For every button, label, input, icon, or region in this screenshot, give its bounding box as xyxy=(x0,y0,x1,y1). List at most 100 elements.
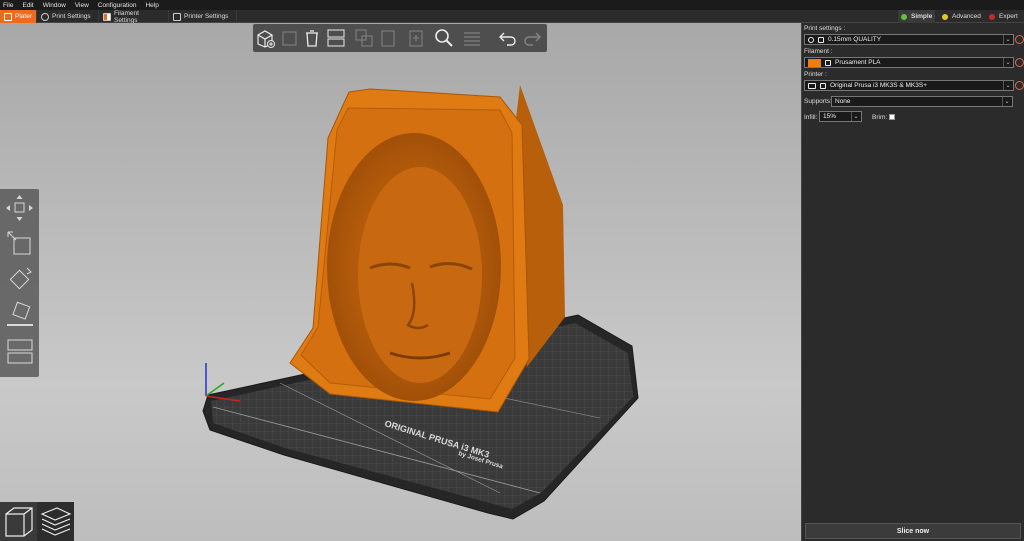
printer-icon xyxy=(173,12,181,21)
mode-advanced-label: Advanced xyxy=(952,13,981,20)
supports-combo[interactable]: None ⌄ xyxy=(831,96,1013,107)
filament-gear-icon[interactable] xyxy=(1015,58,1024,67)
filament-combo[interactable]: Prusament PLA ⌄ xyxy=(804,57,1014,68)
rotate-tool-button[interactable] xyxy=(3,265,36,295)
print-settings-label: Print settings : xyxy=(804,25,846,32)
trash-icon xyxy=(306,30,318,47)
slice-now-button[interactable]: Slice now xyxy=(805,523,1021,539)
3d-model[interactable] xyxy=(289,85,565,413)
cut-tool-button[interactable] xyxy=(3,337,36,367)
printer-label: Printer : xyxy=(804,71,827,78)
mode-advanced-icon xyxy=(942,13,948,20)
mode-expert-button[interactable]: Expert xyxy=(986,10,1021,23)
menu-window[interactable]: Window xyxy=(43,2,66,9)
tab-plater[interactable]: Plater xyxy=(0,10,37,23)
tab-filament-settings[interactable]: Filament Settings xyxy=(99,9,169,24)
infill-combo[interactable]: 15% ⌄ xyxy=(819,111,862,122)
print-settings-gear-icon[interactable] xyxy=(1015,35,1024,44)
move-icon xyxy=(6,195,33,221)
brim-label: Brim: xyxy=(872,114,888,121)
top-toolbar xyxy=(253,24,547,52)
chevron-down-icon: ⌄ xyxy=(1003,81,1012,90)
filament-label: Filament : xyxy=(804,48,833,55)
slice-now-label: Slice now xyxy=(896,527,930,535)
redo-button[interactable] xyxy=(521,27,543,49)
settings-gear-small-icon xyxy=(808,36,814,43)
printer-value: Original Prusa i3 MK3S & MK3S+ xyxy=(830,82,927,89)
mode-simple-icon xyxy=(901,13,907,20)
mode-advanced-button[interactable]: Advanced xyxy=(939,10,984,23)
menu-edit[interactable]: Edit xyxy=(22,2,33,9)
layers-editing-button[interactable] xyxy=(461,27,483,49)
menu-configuration[interactable]: Configuration xyxy=(98,2,137,9)
search-icon xyxy=(435,29,453,47)
supports-label: Supports: xyxy=(804,98,832,105)
tab-plater-label: Plater xyxy=(15,13,32,20)
printer-small-icon xyxy=(808,82,816,89)
arrange-button[interactable] xyxy=(325,27,347,49)
rotate-icon xyxy=(9,267,32,290)
add-cube-icon xyxy=(257,30,275,48)
chevron-down-icon: ⌄ xyxy=(851,112,860,121)
printer-gear-icon[interactable] xyxy=(1015,81,1024,90)
menu-bar: File Edit Window View Configuration Help xyxy=(0,0,1024,10)
infill-label: Infill: xyxy=(804,114,818,121)
paste-button[interactable] xyxy=(377,27,399,49)
chevron-down-icon: ⌄ xyxy=(1002,97,1011,106)
place-on-face-tool-button[interactable] xyxy=(3,299,36,329)
arrange-icon xyxy=(327,29,345,47)
filament-icon xyxy=(103,12,111,21)
tab-printer-settings-label: Printer Settings xyxy=(184,13,229,20)
print-settings-icon xyxy=(41,12,49,21)
lock-icon xyxy=(818,36,824,43)
tab-printer-settings[interactable]: Printer Settings xyxy=(169,10,237,23)
tab-filament-settings-label: Filament Settings xyxy=(113,9,139,24)
add-instance-button[interactable] xyxy=(405,27,427,49)
layers-icon xyxy=(464,32,480,46)
instance-icon xyxy=(409,30,423,47)
3d-viewport[interactable]: ORIGINAL PRUSA i3 MK3 by Josef Prusa xyxy=(0,23,801,541)
undo-icon xyxy=(499,32,516,46)
printer-combo[interactable]: Original Prusa i3 MK3S & MK3S+ ⌄ xyxy=(804,80,1014,91)
mode-simple-button[interactable]: Simple xyxy=(898,10,936,23)
search-button[interactable] xyxy=(433,27,455,49)
filament-value: Prusament PLA xyxy=(835,59,881,66)
sidebar: Print settings : 0.15mm QUALITY ⌄ Filame… xyxy=(801,23,1024,541)
scene-canvas: ORIGINAL PRUSA i3 MK3 by Josef Prusa xyxy=(202,85,639,520)
scale-tool-button[interactable] xyxy=(3,229,36,259)
filament-color-swatch xyxy=(808,58,821,67)
menu-help[interactable]: Help xyxy=(145,2,158,9)
redo-icon xyxy=(524,32,541,46)
tab-print-settings[interactable]: Print Settings xyxy=(37,10,99,23)
copy-button[interactable] xyxy=(353,27,375,49)
chevron-down-icon: ⌄ xyxy=(1003,58,1012,67)
add-button[interactable] xyxy=(255,27,277,49)
copy-icon xyxy=(355,29,373,47)
supports-value: None xyxy=(835,98,851,105)
left-toolbar xyxy=(0,189,39,377)
lock-icon xyxy=(825,59,831,66)
mode-simple-label: Simple xyxy=(911,13,933,20)
paste-icon xyxy=(381,30,395,47)
delete-button[interactable] xyxy=(279,27,301,49)
place-on-face-icon xyxy=(7,301,33,326)
tab-bar: Plater Print Settings Filament Settings … xyxy=(0,9,1024,24)
preview-layers-button[interactable] xyxy=(37,502,74,541)
scale-icon xyxy=(7,231,31,255)
delete-cube-icon xyxy=(282,31,297,46)
undo-button[interactable] xyxy=(497,27,519,49)
menu-view[interactable]: View xyxy=(75,2,89,9)
chevron-down-icon: ⌄ xyxy=(1003,35,1012,44)
delete-all-button[interactable] xyxy=(301,27,323,49)
lock-icon xyxy=(820,82,826,89)
3d-view-button[interactable] xyxy=(0,502,37,541)
move-tool-button[interactable] xyxy=(3,193,36,223)
mode-expert-label: Expert xyxy=(999,13,1018,20)
infill-value: 15% xyxy=(823,113,837,120)
view-toggle-group xyxy=(0,502,74,541)
cut-icon xyxy=(7,339,33,364)
print-settings-combo[interactable]: 0.15mm QUALITY ⌄ xyxy=(804,34,1014,45)
menu-file[interactable]: File xyxy=(3,2,13,9)
brim-checkbox[interactable] xyxy=(889,114,895,120)
print-settings-value: 0.15mm QUALITY xyxy=(828,36,882,43)
